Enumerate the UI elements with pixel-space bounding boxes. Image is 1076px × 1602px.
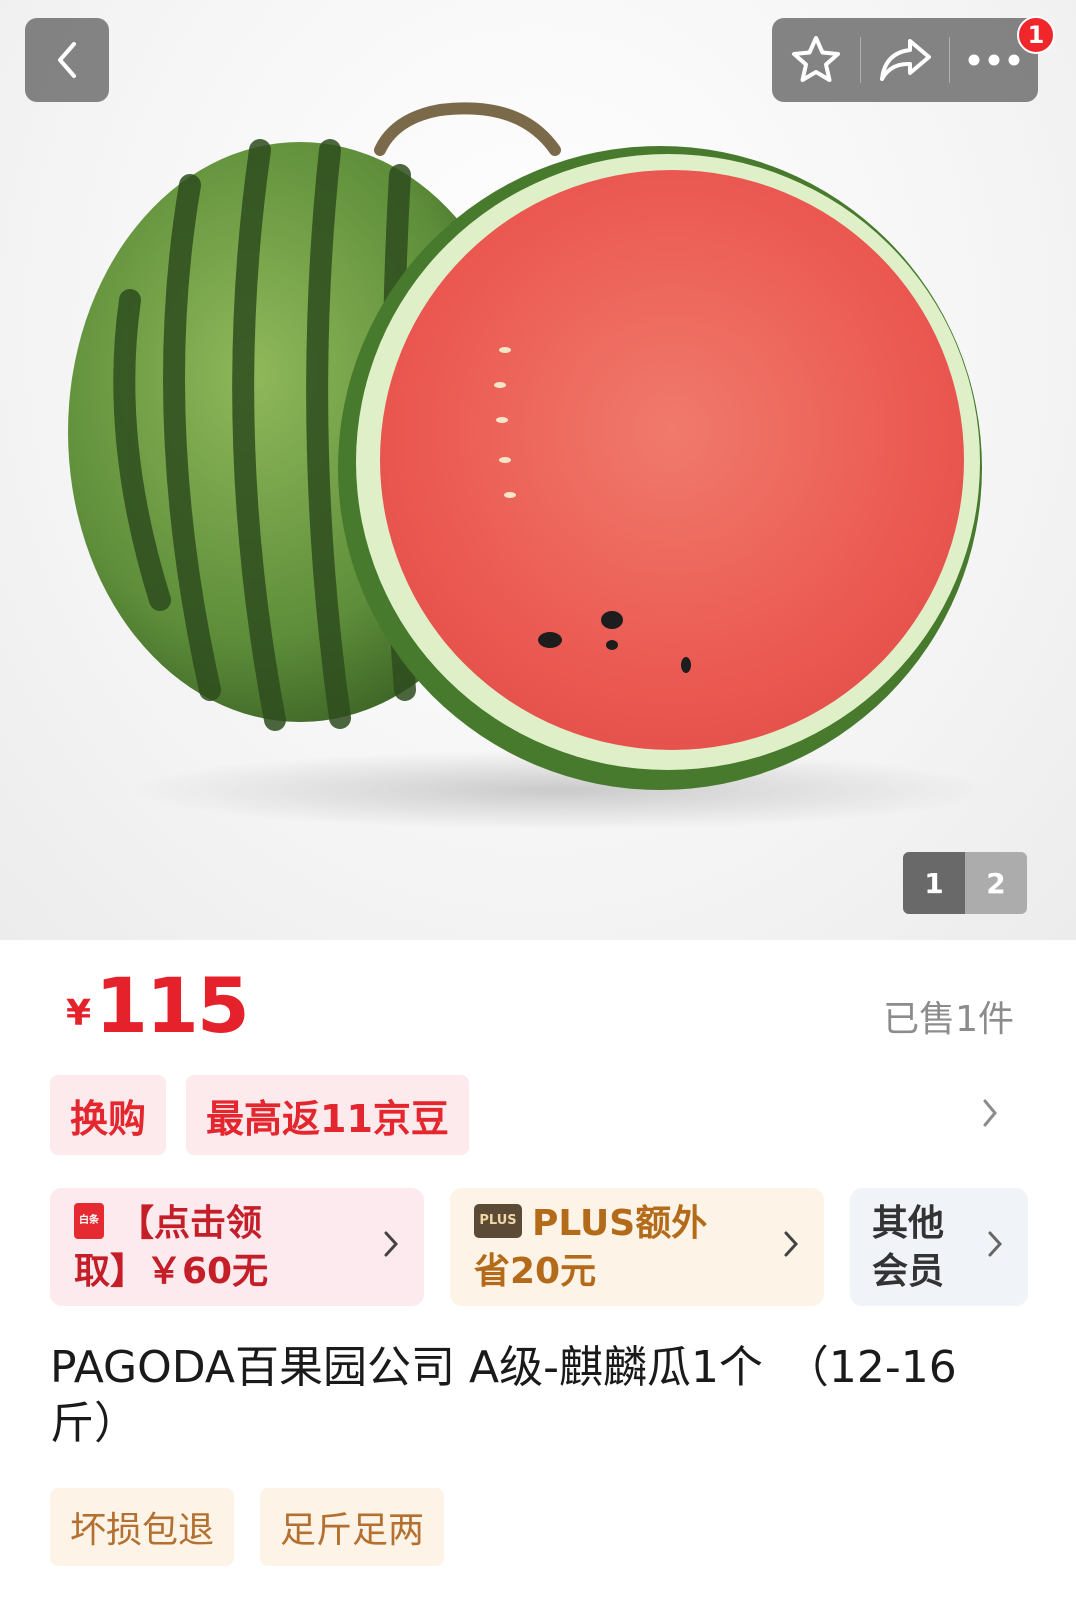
product-title-line2: 斤）: [50, 1398, 138, 1449]
promo-tag-exchange[interactable]: 换购: [50, 1075, 167, 1155]
product-title-line1: PAGODA百果园公司 A级-麒麟瓜1个 （12-16: [50, 1342, 957, 1393]
chevron-right-icon: [382, 1222, 400, 1270]
plus-icon: PLUS: [474, 1204, 522, 1238]
chevron-right-icon: [986, 1222, 1004, 1270]
image-pager[interactable]: 1 2: [903, 852, 1027, 914]
other-member-coupon[interactable]: 其他 会员: [850, 1188, 1028, 1306]
coupon-row: 白条 【点击领 取】￥60无 PLUS PLUS额外 省20元 其他 会员: [50, 1188, 1030, 1306]
notification-badge: 1: [1017, 16, 1055, 54]
chevron-right-icon: [782, 1222, 800, 1270]
promo-tag-beans[interactable]: 最高返11京豆: [186, 1075, 469, 1155]
product-image-gallery[interactable]: 1 1 2: [0, 0, 1076, 940]
coupon-line1: PLUS PLUS额外: [474, 1200, 764, 1248]
watermelon-image: [68, 102, 990, 830]
text-fade: [282, 1252, 372, 1300]
favorite-button[interactable]: [772, 18, 860, 102]
service-tags: 坏损包退 足斤足两: [50, 1488, 470, 1566]
chevron-right-icon[interactable]: [980, 1093, 1000, 1139]
baitiao-coupon[interactable]: 白条 【点击领 取】￥60无: [50, 1188, 424, 1306]
star-icon: [792, 36, 840, 82]
coupon-line2: 会员: [872, 1251, 945, 1292]
more-icon: [968, 54, 1020, 66]
coupon-line1: 其他: [872, 1203, 945, 1244]
sold-count: 已售1件: [883, 999, 1014, 1040]
back-button[interactable]: [25, 18, 109, 102]
service-tag-full-weight[interactable]: 足斤足两: [260, 1488, 445, 1566]
pager-next[interactable]: 2: [965, 852, 1027, 914]
chevron-left-icon: [58, 42, 76, 78]
currency-symbol: ¥: [66, 993, 92, 1034]
pager-current: 1: [903, 852, 965, 914]
plus-coupon[interactable]: PLUS PLUS额外 省20元: [450, 1188, 824, 1306]
share-button[interactable]: [861, 18, 949, 102]
service-tag-damage-refund[interactable]: 坏损包退: [50, 1488, 235, 1566]
baitiao-icon: 白条: [74, 1203, 104, 1239]
coupon-line2: 省20元: [474, 1251, 597, 1292]
coupon-line1: 白条 【点击领: [74, 1200, 364, 1248]
price: ¥ 115: [66, 961, 250, 1050]
promo-row[interactable]: 换购 最高返11京豆: [50, 1075, 1030, 1155]
share-icon: [880, 39, 931, 81]
top-action-bar: [772, 18, 1038, 102]
product-title: PAGODA百果园公司 A级-麒麟瓜1个 （12-16 斤）: [50, 1340, 1040, 1452]
price-amount: 115: [95, 961, 250, 1050]
